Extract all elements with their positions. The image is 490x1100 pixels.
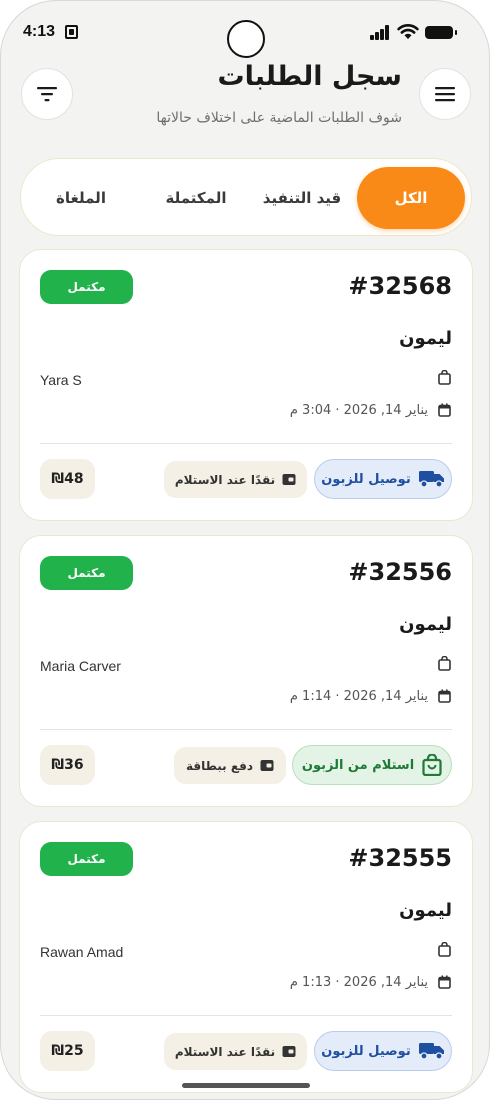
card-divider (40, 1015, 452, 1016)
merchant-name: ليمون (399, 614, 452, 635)
card-divider (40, 443, 452, 444)
order-number: #32568 (348, 272, 452, 300)
status-badge: مكتمل (40, 842, 133, 876)
shopping-bag-icon (438, 942, 451, 957)
shopping-bag-icon (422, 754, 442, 776)
payment-method-pill: نقدًا عند الاستلام (164, 461, 307, 498)
tab-completed[interactable]: المكتملة (141, 167, 251, 229)
page-title: سجل الطلبات (217, 61, 402, 92)
status-badge: مكتمل (40, 270, 133, 304)
order-price: ₪48 (40, 459, 95, 499)
payment-method-pill: نقدًا عند الاستلام (164, 1033, 307, 1070)
delivery-type-pill: توصيل للزبون (314, 1031, 452, 1071)
order-date: يناير 14, 2026 · 1:13 م (289, 975, 428, 990)
payment-method-pill: دفع ببطاقة (174, 747, 286, 784)
wallet-icon (282, 474, 296, 485)
payment-method-label: نقدًا عند الاستلام (174, 1044, 276, 1059)
customer-name: Maria Carver (40, 658, 121, 674)
filter-button[interactable] (21, 68, 73, 120)
card-divider (40, 729, 452, 730)
calendar-icon (438, 403, 451, 417)
order-price: ₪25 (40, 1031, 95, 1071)
order-card[interactable]: مكتمل #32556 ليمون Maria Carver يناير 14… (19, 535, 473, 807)
shopping-bag-icon (438, 370, 451, 385)
wallet-icon (260, 760, 274, 771)
merchant-name: ليمون (399, 328, 452, 349)
wifi-icon (397, 24, 419, 39)
shopping-bag-icon (438, 656, 451, 671)
order-number: #32555 (348, 844, 452, 872)
calendar-icon (438, 975, 451, 989)
tab-in-progress[interactable]: قيد التنفيذ (247, 167, 357, 229)
wallet-icon (282, 1046, 296, 1057)
order-status-tabs: الكل قيد التنفيذ المكتملة الملغاة (20, 158, 472, 236)
payment-method-label: نقدًا عند الاستلام (174, 472, 276, 487)
delivery-type-label: توصيل للزبون (321, 471, 411, 487)
status-time: 4:13 (23, 23, 56, 40)
filter-icon (37, 87, 57, 102)
delivery-truck-icon (418, 1043, 444, 1060)
front-camera (227, 20, 265, 58)
sim-card-icon (65, 25, 78, 39)
tab-cancelled[interactable]: الملغاة (35, 167, 127, 229)
delivery-type-pill: توصيل للزبون (314, 459, 452, 499)
signal-icon (370, 25, 392, 40)
order-date: يناير 14, 2026 · 1:14 م (289, 689, 428, 704)
tab-all[interactable]: الكل (357, 167, 465, 229)
calendar-icon (438, 689, 451, 703)
home-indicator[interactable] (182, 1083, 310, 1088)
order-card[interactable]: مكتمل #32568 ليمون Yara S يناير 14, 2026… (19, 249, 473, 521)
customer-name: Yara S (40, 372, 82, 388)
delivery-type-label: استلام من الزبون (301, 757, 415, 773)
merchant-name: ليمون (399, 900, 452, 921)
delivery-truck-icon (418, 471, 444, 488)
status-bar: 4:13 (1, 1, 489, 61)
order-number: #32556 (348, 558, 452, 586)
customer-name: Rawan Amad (40, 944, 124, 960)
order-price: ₪36 (40, 745, 95, 785)
battery-icon (425, 26, 457, 39)
phone-screen: 4:13 سجل الطلبات شوف الطلبات الماضية على… (0, 0, 490, 1100)
delivery-type-label: توصيل للزبون (321, 1043, 411, 1059)
payment-method-label: دفع ببطاقة (185, 758, 254, 773)
order-card[interactable]: مكتمل #32555 ليمون Rawan Amad يناير 14, … (19, 821, 473, 1093)
menu-button[interactable] (419, 68, 471, 120)
status-badge: مكتمل (40, 556, 133, 590)
delivery-type-pill: استلام من الزبون (292, 745, 452, 785)
order-date: يناير 14, 2026 · 3:04 م (289, 403, 428, 418)
hamburger-menu-icon (435, 87, 455, 102)
page-subtitle: شوف الطلبات الماضية على اختلاف حالاتها (156, 110, 402, 126)
